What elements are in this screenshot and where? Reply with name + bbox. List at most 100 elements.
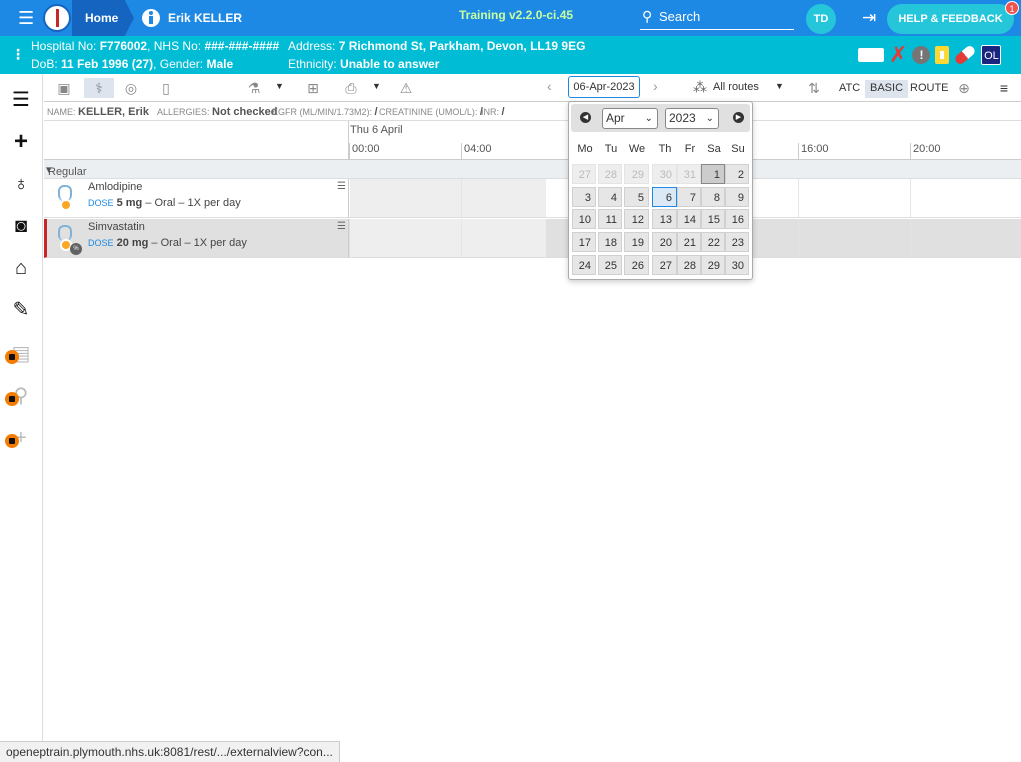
grid-line bbox=[798, 179, 799, 217]
patient-demographics: DoB: 11 Feb 1996 (27), Gender: Male bbox=[31, 57, 233, 71]
row-menu-icon[interactable]: ☰ bbox=[337, 181, 346, 192]
lock-icon bbox=[5, 392, 19, 406]
logout-icon[interactable]: ⇥ bbox=[862, 9, 876, 26]
calendar-day[interactable]: 23 bbox=[725, 232, 749, 252]
warning-icon[interactable]: ⚠ bbox=[395, 78, 417, 98]
calendar-day[interactable]: 14 bbox=[677, 209, 701, 229]
calendar-day[interactable]: 21 bbox=[677, 232, 701, 252]
prev-month-icon[interactable]: ◀ bbox=[580, 112, 591, 123]
calendar-day[interactable]: 17 bbox=[572, 232, 596, 252]
dose-value: 5 mg bbox=[116, 197, 143, 209]
basic-view-button[interactable]: BASIC bbox=[865, 80, 909, 98]
calendar-day[interactable]: 30 bbox=[725, 255, 749, 275]
calendar-day[interactable]: 27 bbox=[572, 164, 596, 184]
stethoscope-icon[interactable]: ♁ bbox=[9, 172, 33, 196]
camera-icon[interactable]: ◙ bbox=[9, 214, 33, 238]
row-menu-icon[interactable]: ☰ bbox=[337, 221, 346, 232]
help-feedback-button[interactable]: HELP & FEEDBACK bbox=[887, 4, 1014, 34]
calendar-day[interactable]: 8 bbox=[701, 187, 725, 207]
locked-walk-icon[interactable]: ⚲ bbox=[5, 384, 33, 408]
info-egfr-label: EGFR (ML/MIN/1.73M2): bbox=[272, 107, 373, 117]
alert-icon[interactable]: ! bbox=[912, 46, 931, 64]
month-select[interactable]: Apr ⌄ bbox=[602, 108, 658, 129]
print-icon[interactable]: ⎙ bbox=[340, 78, 362, 98]
calendar-day[interactable]: 25 bbox=[598, 255, 622, 275]
calendar-day[interactable]: 10 bbox=[572, 209, 596, 229]
dose-label: DOSE bbox=[88, 238, 114, 248]
environment-label: Training v2.2.0-ci.45 bbox=[459, 8, 574, 22]
calendar-day[interactable]: 20 bbox=[652, 232, 677, 252]
calendar-day[interactable]: 27 bbox=[652, 255, 677, 275]
chevron-left-icon[interactable]: ‹ bbox=[547, 78, 552, 94]
calendar-day[interactable]: 29 bbox=[624, 164, 649, 184]
calendar-day[interactable]: 12 bbox=[624, 209, 649, 229]
info-name-value: KELLER, Erik bbox=[78, 106, 149, 118]
grid-line bbox=[461, 219, 462, 257]
breadcrumb-patient[interactable]: Erik KELLER bbox=[142, 0, 242, 36]
timeline-hour: 04:00 bbox=[461, 143, 492, 161]
breadcrumb-home[interactable]: Home bbox=[72, 0, 134, 36]
calendar-day[interactable]: 18 bbox=[598, 232, 622, 252]
table-row[interactable]: Amlodipine DOSE 5 mg – Oral – 1X per day… bbox=[44, 179, 1021, 218]
year-select[interactable]: 2023 ⌄ bbox=[665, 108, 719, 129]
list-icon[interactable]: ☰ bbox=[9, 88, 33, 112]
hamburger-menu-icon[interactable]: ☰ bbox=[18, 9, 34, 27]
chevron-right-icon[interactable]: › bbox=[653, 78, 658, 94]
calendar-day[interactable]: 13 bbox=[652, 209, 677, 229]
calendar-day[interactable]: 16 bbox=[725, 209, 749, 229]
close-icon[interactable]: ✗ bbox=[889, 44, 907, 66]
calendar-day[interactable]: 6 bbox=[652, 187, 677, 207]
ol-badge[interactable]: OL bbox=[981, 45, 1002, 65]
layout-icon[interactable]: ⊕ bbox=[953, 78, 975, 98]
iv-drip-icon[interactable]: ⚕ bbox=[84, 78, 114, 98]
route-view-button[interactable]: ROUTE bbox=[905, 80, 954, 98]
add-icon[interactable]: + bbox=[9, 130, 33, 154]
chevron-down-icon[interactable]: ▼ bbox=[372, 81, 381, 91]
calendar-day[interactable]: 19 bbox=[624, 232, 649, 252]
sort-icon[interactable]: ⇅ bbox=[803, 78, 825, 98]
search-field[interactable]: ⚲ Search bbox=[640, 6, 794, 30]
calendar-day[interactable]: 29 bbox=[701, 255, 725, 275]
locked-add-icon[interactable]: + bbox=[5, 426, 33, 450]
user-avatar[interactable]: TD bbox=[806, 4, 836, 34]
calendar-day[interactable]: 11 bbox=[598, 209, 622, 229]
next-month-icon[interactable]: ▶ bbox=[733, 112, 744, 123]
pill-icon[interactable] bbox=[953, 44, 978, 66]
document-icon[interactable]: ▯ bbox=[155, 78, 177, 98]
document-edit-icon[interactable]: ✎ bbox=[9, 298, 33, 322]
calendar-day[interactable]: 24 bbox=[572, 255, 596, 275]
calendar-day[interactable]: 2 bbox=[725, 164, 749, 184]
calendar-day[interactable]: 3 bbox=[572, 187, 596, 207]
calendar-day[interactable]: 31 bbox=[677, 164, 701, 184]
atc-view-button[interactable]: ATC bbox=[834, 80, 865, 98]
calendar-day[interactable]: 28 bbox=[677, 255, 701, 275]
calendar-day[interactable]: 9 bbox=[725, 187, 749, 207]
weekday-header: Th bbox=[658, 143, 672, 155]
add-order-icon[interactable]: ⊞ bbox=[302, 78, 324, 98]
calculator-icon[interactable]: ▣ bbox=[53, 78, 75, 98]
calendar-day[interactable]: 7 bbox=[677, 187, 701, 207]
add-medication-icon[interactable]: ⚗ bbox=[243, 78, 265, 98]
calendar-day[interactable]: 15 bbox=[701, 209, 725, 229]
calendar-day[interactable]: 22 bbox=[701, 232, 725, 252]
menu-icon[interactable]: ≡ bbox=[993, 78, 1015, 98]
chevron-down-icon[interactable]: ▼ bbox=[775, 81, 784, 91]
calendar-day[interactable]: 30 bbox=[652, 164, 677, 184]
more-options-icon[interactable]: ⋮ bbox=[11, 46, 25, 63]
date-input[interactable]: 06-Apr-2023 bbox=[568, 76, 640, 98]
calendar-day[interactable]: 5 bbox=[624, 187, 649, 207]
clipboard-icon[interactable] bbox=[935, 46, 950, 64]
calendar-day[interactable]: 4 bbox=[598, 187, 622, 207]
chevron-down-icon[interactable]: ▼ bbox=[275, 81, 284, 91]
home-plus-icon[interactable]: ⌂ bbox=[9, 256, 33, 280]
routes-select[interactable]: All routes bbox=[713, 81, 759, 93]
bed-icon[interactable] bbox=[858, 48, 884, 62]
group-header-regular[interactable]: ▾ Regular bbox=[44, 160, 1021, 179]
locked-note-icon[interactable]: ▤ bbox=[5, 342, 33, 366]
info-allergies-value: Not checked bbox=[212, 106, 278, 118]
pill-capsule-icon[interactable]: ◎ bbox=[120, 78, 142, 98]
calendar-day[interactable]: 26 bbox=[624, 255, 649, 275]
calendar-day[interactable]: 28 bbox=[598, 164, 622, 184]
table-row[interactable]: % Simvastatin DOSE 20 mg – Oral – 1X per… bbox=[44, 219, 1021, 258]
calendar-day[interactable]: 1 bbox=[701, 164, 725, 184]
